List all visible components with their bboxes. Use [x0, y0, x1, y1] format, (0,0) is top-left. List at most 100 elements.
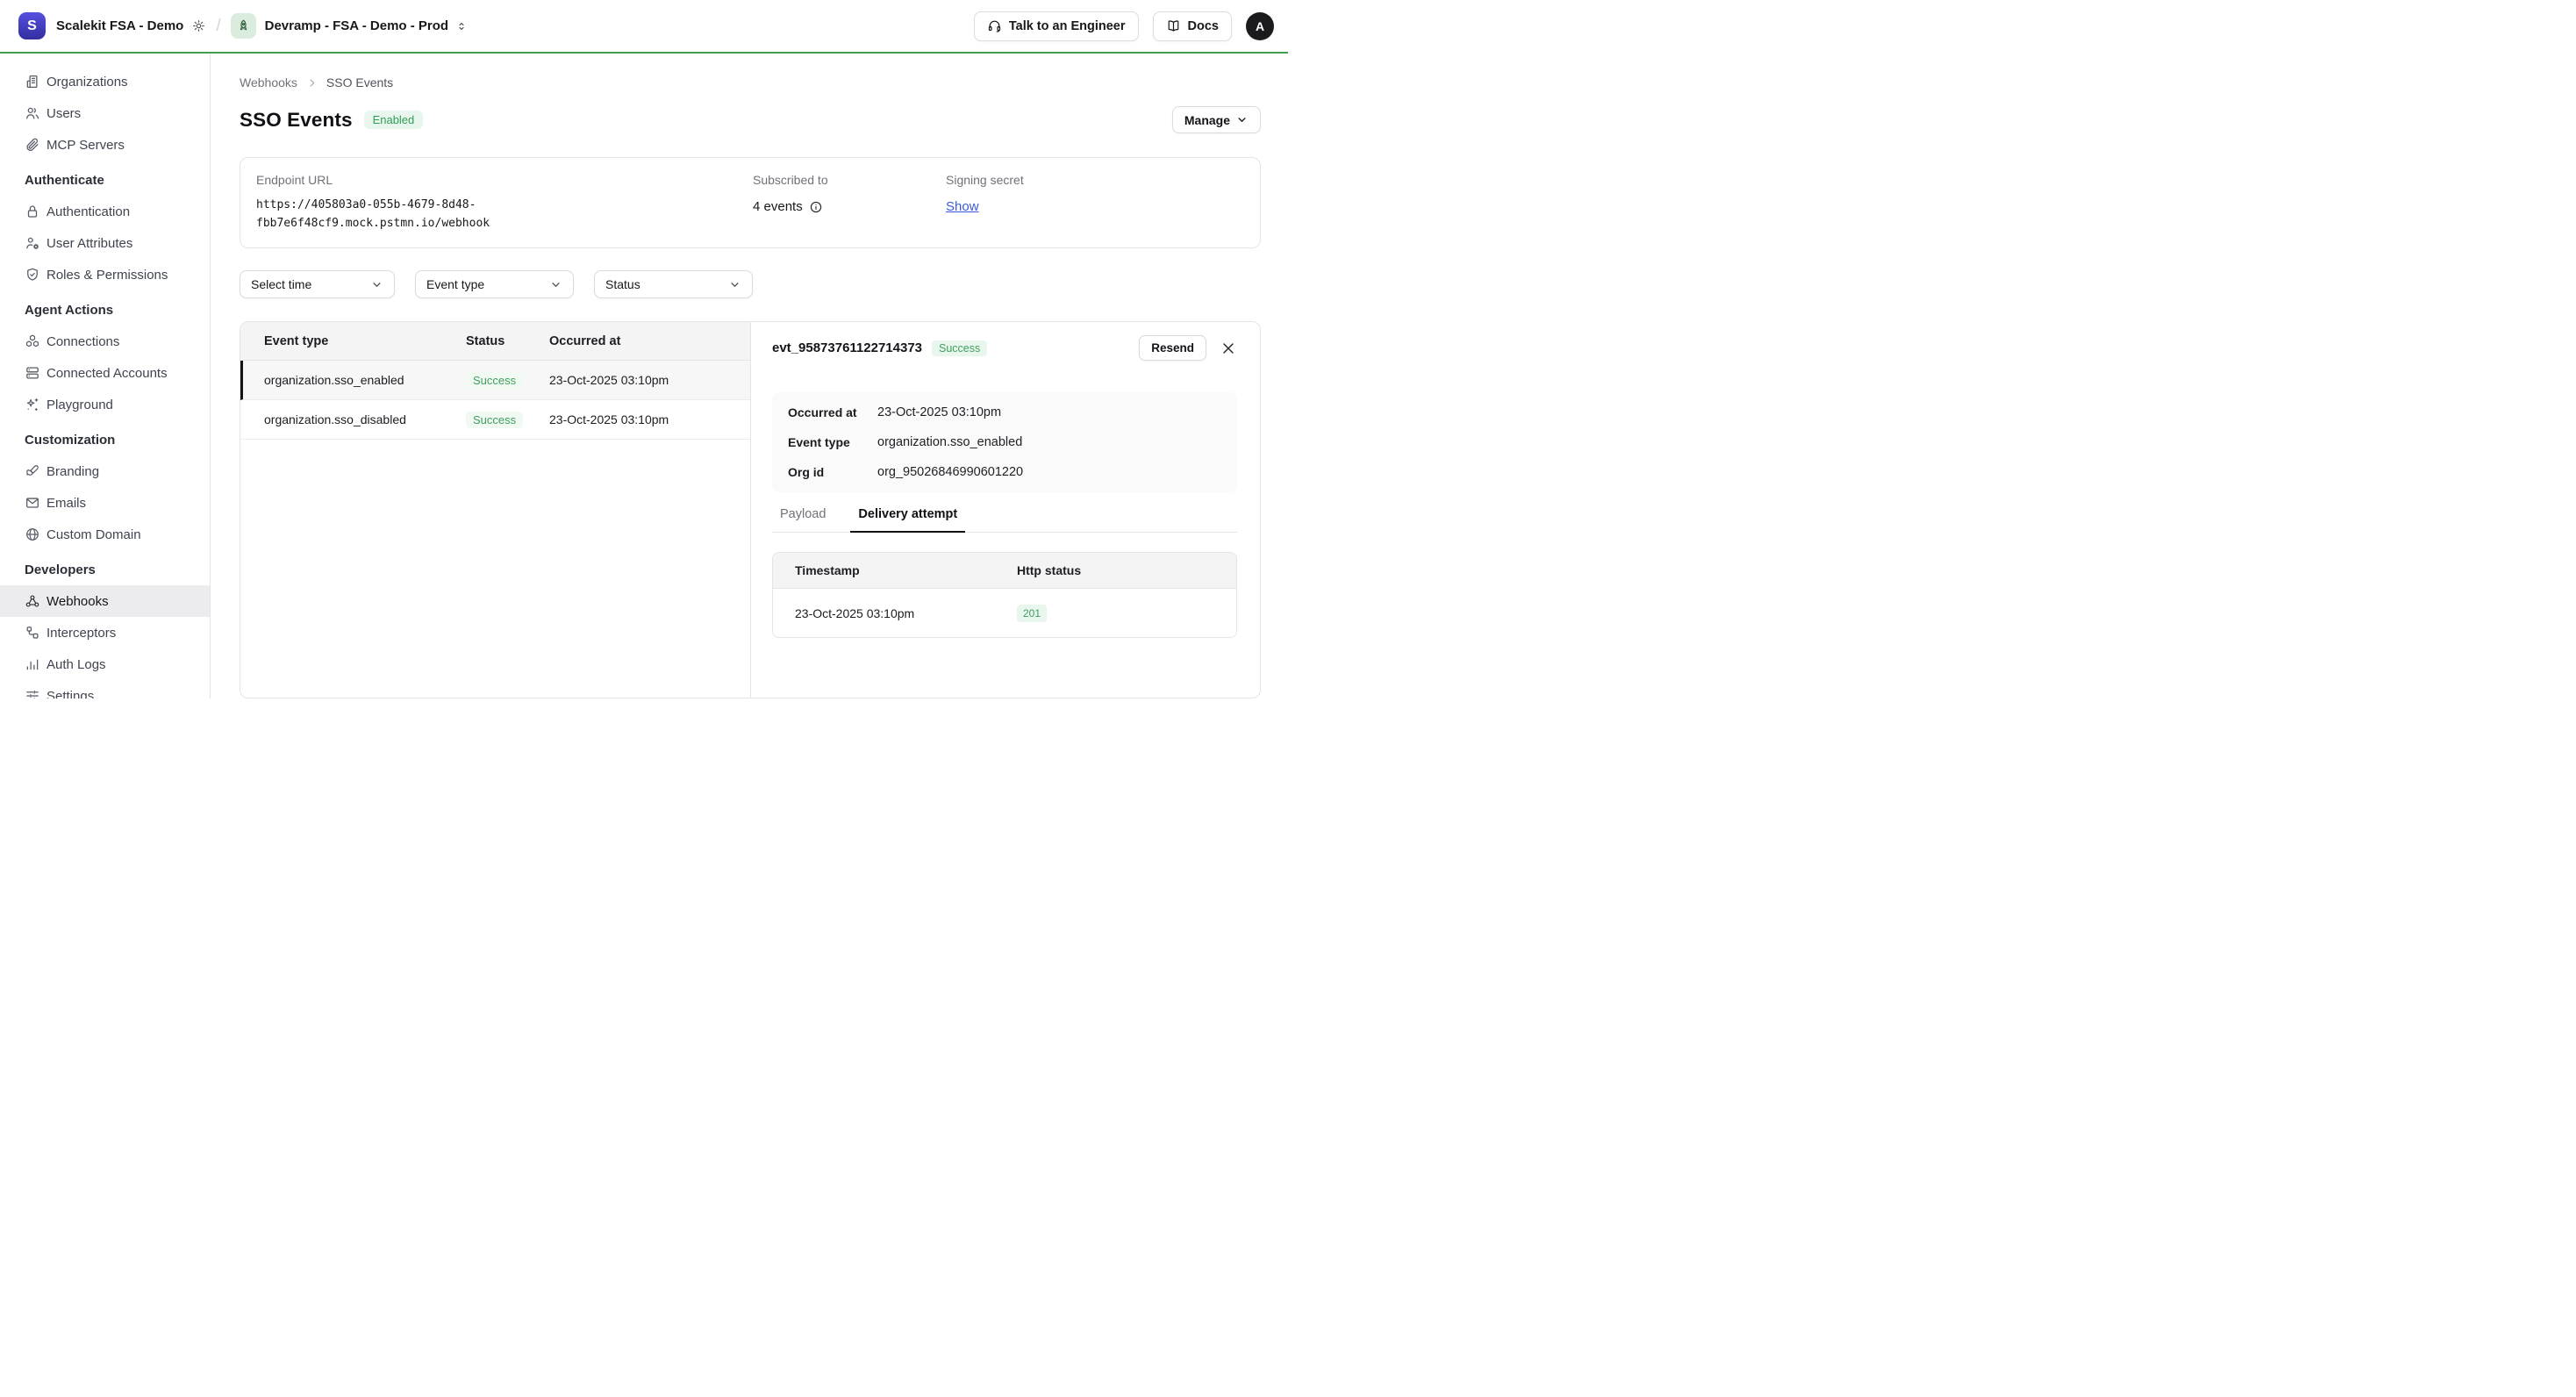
show-secret-link[interactable]: Show [946, 199, 979, 214]
sidebar-item-playground[interactable]: Playground [0, 389, 210, 420]
chevron-down-icon [549, 278, 562, 291]
close-icon [1220, 340, 1237, 357]
occurred-at-cell: 23-Oct-2025 03:10pm [549, 412, 750, 426]
endpoint-card: Endpoint URL https://405803a0-055b-4679-… [240, 157, 1261, 248]
table-row[interactable]: organization.sso_enabled Success 23-Oct-… [240, 361, 750, 400]
chevron-down-icon [1235, 113, 1249, 126]
sidebar-section-authenticate: Authenticate [0, 164, 210, 196]
timestamp-cell: 23-Oct-2025 03:10pm [795, 606, 1017, 620]
status-badge: Success [932, 340, 987, 356]
endpoint-url-label: Endpoint URL [256, 173, 753, 187]
sidebar-section-agent-actions: Agent Actions [0, 294, 210, 326]
nodes-icon [25, 625, 40, 641]
sidebar-item-label: Branding [47, 464, 99, 479]
event-details-card: Occurred at 23-Oct-2025 03:10pm Event ty… [772, 392, 1237, 492]
endpoint-url-column: Endpoint URL https://405803a0-055b-4679-… [256, 173, 753, 233]
status-filter-dropdown[interactable]: Status [594, 270, 753, 298]
sidebar-item-label: Custom Domain [47, 527, 141, 542]
sidebar-item-label: Interceptors [47, 626, 116, 641]
breadcrumb: Webhooks SSO Events [240, 75, 1261, 90]
talk-to-engineer-button[interactable]: Talk to an Engineer [974, 11, 1139, 41]
resend-button[interactable]: Resend [1139, 335, 1206, 361]
lock-icon [25, 204, 40, 219]
app-window: S Scalekit FSA - Demo / Devramp - FSA - … [0, 0, 1288, 698]
event-type-cell: organization.sso_enabled [264, 373, 466, 387]
sidebar: Organizations Users MCP Servers Authenti… [0, 54, 211, 698]
sidebar-item-webhooks[interactable]: Webhooks [0, 585, 210, 617]
sidebar-item-emails[interactable]: Emails [0, 487, 210, 519]
avatar-letter: A [1256, 19, 1264, 33]
time-filter-dropdown[interactable]: Select time [240, 270, 395, 298]
gear-icon [191, 18, 206, 33]
sidebar-item-label: Users [47, 106, 81, 121]
endpoint-url-line1: https://405803a0-055b-4679-8d48- [256, 196, 753, 214]
sidebar-item-label: Settings [47, 689, 94, 699]
sidebar-section-developers: Developers [0, 554, 210, 585]
manage-label: Manage [1184, 113, 1230, 127]
talk-to-engineer-label: Talk to an Engineer [1009, 19, 1126, 33]
sidebar-item-custom-domain[interactable]: Custom Domain [0, 519, 210, 550]
sidebar-item-roles-permissions[interactable]: Roles & Permissions [0, 259, 210, 290]
status-badge: Success [466, 412, 523, 428]
sidebar-item-branding[interactable]: Branding [0, 455, 210, 487]
main-content: Webhooks SSO Events SSO Events Enabled M… [211, 54, 1288, 698]
shield-check-icon [25, 267, 40, 283]
signing-secret-column: Signing secret Show [946, 173, 1024, 233]
event-type-filter-dropdown[interactable]: Event type [415, 270, 574, 298]
tab-payload[interactable]: Payload [772, 507, 834, 532]
globe-icon [25, 527, 40, 542]
time-filter-label: Select time [251, 277, 311, 291]
sidebar-item-users[interactable]: Users [0, 97, 210, 129]
rocket-icon [236, 18, 251, 33]
event-id: evt_95873761122714373 [772, 340, 922, 355]
field-value: org_95026846990601220 [877, 465, 1023, 479]
table-row[interactable]: organization.sso_disabled Success 23-Oct… [240, 400, 750, 440]
chevron-down-icon [728, 278, 741, 291]
top-bar-actions: Talk to an Engineer Docs A [974, 11, 1274, 41]
breadcrumb-webhooks[interactable]: Webhooks [240, 75, 297, 90]
scalekit-logo: S [18, 12, 46, 39]
avatar[interactable]: A [1246, 12, 1274, 40]
sidebar-item-label: Authentication [47, 204, 130, 219]
sidebar-item-authentication[interactable]: Authentication [0, 196, 210, 227]
title-row: SSO Events Enabled Manage [240, 106, 1261, 133]
subscribed-column: Subscribed to 4 events [753, 173, 946, 233]
manage-button[interactable]: Manage [1172, 106, 1261, 133]
docs-button[interactable]: Docs [1153, 11, 1232, 41]
sidebar-item-connections[interactable]: Connections [0, 326, 210, 357]
field-label: Occurred at [788, 405, 877, 419]
docs-label: Docs [1188, 19, 1219, 33]
workspace-settings-button[interactable] [191, 18, 206, 33]
sidebar-item-auth-logs[interactable]: Auth Logs [0, 648, 210, 680]
detail-field-occurred-at: Occurred at 23-Oct-2025 03:10pm [788, 401, 1221, 424]
sidebar-item-interceptors[interactable]: Interceptors [0, 617, 210, 648]
sidebar-item-user-attributes[interactable]: User Attributes [0, 227, 210, 259]
column-timestamp: Timestamp [795, 563, 1017, 577]
table-row[interactable]: 23-Oct-2025 03:10pm 201 [773, 589, 1236, 637]
sidebar-item-settings[interactable]: Settings [0, 680, 210, 698]
filters-row: Select time Event type Status [240, 270, 1261, 298]
page-title: SSO Events [240, 109, 353, 132]
building-icon [25, 74, 40, 90]
project-chip [231, 13, 256, 39]
detail-field-event-type: Event type organization.sso_enabled [788, 431, 1221, 454]
close-panel-button[interactable] [1220, 340, 1237, 357]
sidebar-item-label: Roles & Permissions [47, 268, 168, 283]
breadcrumb-slash: / [216, 17, 220, 36]
endpoint-url-line2: fbb7e6f48cf9.mock.pstmn.io/webhook [256, 214, 753, 233]
delivery-attempts-table: Timestamp Http status 23-Oct-2025 03:10p… [772, 552, 1237, 638]
sidebar-item-mcp-servers[interactable]: MCP Servers [0, 129, 210, 161]
book-icon [1166, 18, 1181, 33]
sidebar-item-organizations[interactable]: Organizations [0, 66, 210, 97]
enabled-badge: Enabled [364, 111, 424, 129]
info-icon[interactable] [809, 200, 823, 214]
project-name: Devramp - FSA - Demo - Prod [265, 18, 448, 33]
cubes-icon [25, 333, 40, 349]
chevron-down-icon [370, 278, 383, 291]
sidebar-item-connected-accounts[interactable]: Connected Accounts [0, 357, 210, 389]
project-switcher-button[interactable] [455, 20, 468, 32]
sidebar-item-label: Organizations [47, 75, 128, 90]
tab-delivery-attempt[interactable]: Delivery attempt [850, 507, 965, 533]
sidebar-item-label: Playground [47, 398, 113, 412]
breadcrumb-current: SSO Events [326, 75, 393, 90]
